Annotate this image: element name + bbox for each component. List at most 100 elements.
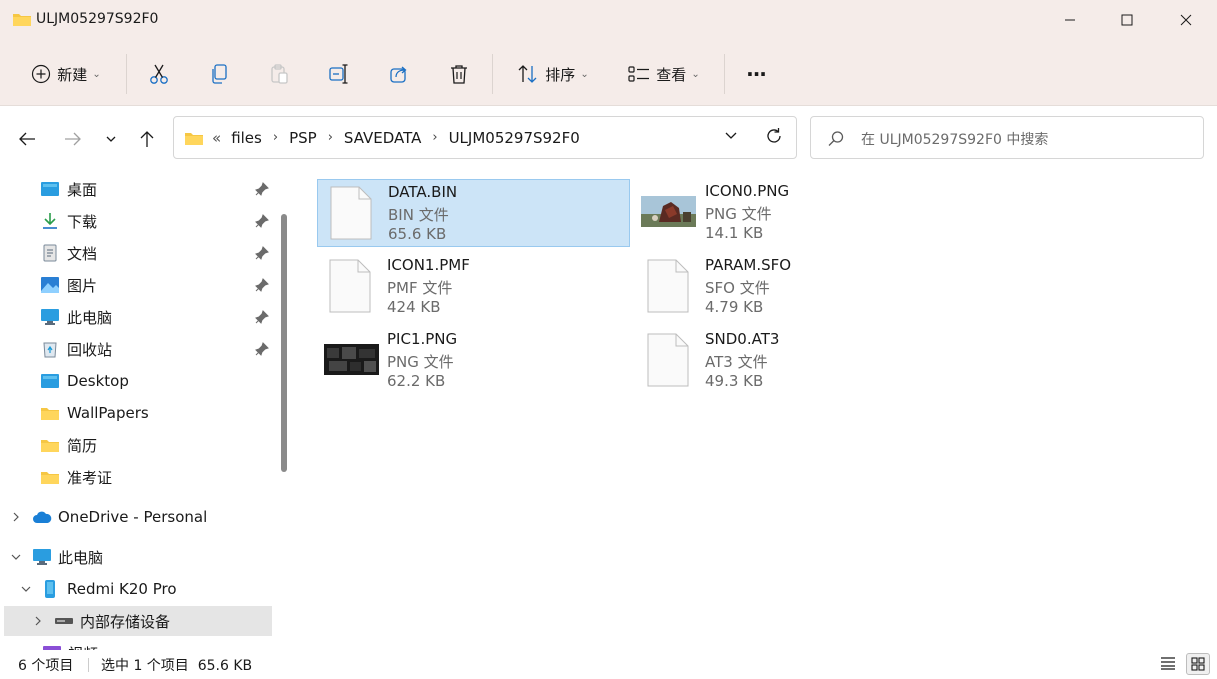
trash-icon: [451, 65, 467, 84]
pin-icon[interactable]: [255, 342, 269, 356]
file-name: ICON0.PNG: [705, 182, 790, 200]
breadcrumb-overflow[interactable]: «: [212, 129, 221, 147]
share-button[interactable]: [380, 54, 418, 94]
sidebar-item-desktop-folder[interactable]: Desktop: [40, 366, 129, 396]
paste-button[interactable]: [260, 54, 298, 94]
address-history-button[interactable]: [724, 129, 738, 145]
delete-button[interactable]: [440, 54, 478, 94]
search-input[interactable]: 在 ULJM05297S92F0 中搜索: [861, 129, 1048, 149]
blank-file-icon: [329, 259, 371, 313]
pin-icon[interactable]: [255, 310, 269, 324]
sidebar-item-label: 内部存储设备: [80, 612, 171, 631]
sidebar-item-onedrive[interactable]: OneDrive - Personal: [10, 502, 207, 532]
chevron-right-icon[interactable]: [10, 511, 22, 523]
chevron-down-icon: [725, 132, 737, 139]
folder-icon: [185, 132, 203, 145]
up-button[interactable]: [134, 126, 160, 152]
breadcrumb-current[interactable]: ULJM05297S92F0: [449, 129, 580, 147]
drive-icon: [55, 618, 73, 624]
sidebar-item-recycle-bin[interactable]: 回收站: [40, 334, 112, 364]
this-pc-icon: [33, 549, 51, 565]
sidebar-item-internal-storage[interactable]: 内部存储设备: [4, 606, 272, 636]
sidebar-item-wallpapers[interactable]: WallPapers: [40, 398, 149, 428]
close-button[interactable]: [1157, 0, 1215, 40]
refresh-button[interactable]: [765, 127, 783, 149]
view-button[interactable]: 查看 ⌄: [618, 54, 710, 94]
tiles-view-button[interactable]: [1186, 653, 1210, 675]
copy-button[interactable]: [200, 54, 238, 94]
recent-locations-button[interactable]: [98, 126, 124, 152]
sort-button[interactable]: 排序 ⌄: [508, 54, 598, 94]
file-tile[interactable]: ICON0.PNG PNG 文件 14.1 KB: [635, 179, 948, 247]
sidebar-item-videos[interactable]: 视频: [42, 638, 98, 650]
chevron-down-icon[interactable]: [20, 583, 32, 595]
file-type: PNG 文件: [387, 353, 454, 371]
file-tile[interactable]: PIC1.PNG PNG 文件 62.2 KB: [317, 327, 630, 395]
more-icon: ···: [746, 62, 767, 86]
chevron-down-icon: ⌄: [92, 68, 101, 80]
breadcrumb-psp[interactable]: PSP: [289, 129, 317, 147]
sidebar-item-documents[interactable]: 文档: [40, 238, 97, 268]
list-view-icon: [1161, 657, 1175, 670]
sidebar-item-this-pc[interactable]: 此电脑: [40, 302, 112, 332]
file-tile[interactable]: SND0.AT3 AT3 文件 49.3 KB: [635, 327, 948, 395]
new-label: 新建: [57, 65, 88, 84]
more-options-button[interactable]: ···: [738, 54, 774, 94]
minimize-icon: [1065, 19, 1075, 21]
sidebar-item-downloads[interactable]: 下载: [40, 206, 97, 236]
pin-icon[interactable]: [255, 278, 269, 292]
sidebar-item-desktop[interactable]: 桌面: [40, 174, 97, 204]
sidebar-item-pictures[interactable]: 图片: [40, 270, 97, 300]
sidebar-item-this-pc-tree[interactable]: 此电脑: [10, 542, 103, 572]
blank-file-icon: [330, 186, 372, 240]
sort-icon: [518, 65, 537, 83]
view-icon: [628, 66, 650, 82]
chevron-right-icon[interactable]: [32, 615, 44, 627]
pin-icon[interactable]: [255, 182, 269, 196]
breadcrumb-savedata[interactable]: SAVEDATA: [344, 129, 421, 147]
file-tile[interactable]: ICON1.PMF PMF 文件 424 KB: [317, 253, 630, 321]
file-tile[interactable]: DATA.BIN BIN 文件 65.6 KB: [317, 179, 630, 247]
sidebar-item-resume[interactable]: 简历: [40, 430, 97, 460]
phone-icon: [45, 580, 55, 598]
pin-icon[interactable]: [255, 214, 269, 228]
file-name: DATA.BIN: [388, 183, 458, 201]
sidebar-item-label: 回收站: [67, 340, 113, 359]
cut-button[interactable]: [140, 54, 178, 94]
address-bar[interactable]: « files › PSP › SAVEDATA › ULJM05297S92F…: [173, 116, 797, 159]
sidebar-item-label: 桌面: [67, 180, 98, 199]
file-tile[interactable]: PARAM.SFO SFO 文件 4.79 KB: [635, 253, 948, 321]
download-icon: [43, 213, 57, 229]
documents-icon: [43, 244, 57, 262]
minimize-button[interactable]: [1041, 0, 1099, 40]
file-list: DATA.BIN BIN 文件 65.6 KB ICON0.PNG PNG 文件…: [296, 168, 1217, 650]
title-bar: ULJM05297S92F0: [0, 0, 1217, 40]
file-size: 62.2 KB: [387, 372, 446, 390]
file-name: PARAM.SFO: [705, 256, 792, 274]
file-type: SFO 文件: [705, 279, 770, 297]
search-box[interactable]: 在 ULJM05297S92F0 中搜索: [810, 116, 1204, 159]
sidebar-item-device[interactable]: Redmi K20 Pro: [20, 574, 177, 604]
image-thumbnail-icon: [641, 196, 696, 227]
sidebar-scrollbar[interactable]: [281, 214, 287, 472]
sort-label: 排序: [545, 65, 576, 84]
refresh-icon: [767, 128, 781, 143]
chevron-right-icon[interactable]: ›: [328, 130, 333, 145]
sidebar-item-label: 准考证: [67, 468, 113, 487]
pin-icon[interactable]: [255, 246, 269, 260]
maximize-button[interactable]: [1098, 0, 1156, 40]
back-button[interactable]: [14, 126, 40, 152]
chevron-right-icon[interactable]: ›: [273, 130, 278, 145]
arrow-right-icon: [65, 132, 81, 146]
details-view-button[interactable]: [1160, 656, 1176, 674]
sidebar-item-admission-ticket[interactable]: 准考证: [40, 462, 112, 492]
forward-button[interactable]: [60, 126, 86, 152]
new-button[interactable]: 新建 ⌄: [20, 54, 112, 94]
chevron-down-icon[interactable]: [10, 551, 22, 563]
file-name: SND0.AT3: [705, 330, 780, 348]
rename-icon: [329, 64, 348, 84]
image-thumbnail-icon: [324, 344, 379, 375]
rename-button[interactable]: [320, 54, 358, 94]
breadcrumb-files[interactable]: files: [231, 129, 262, 147]
chevron-right-icon[interactable]: ›: [432, 130, 437, 145]
